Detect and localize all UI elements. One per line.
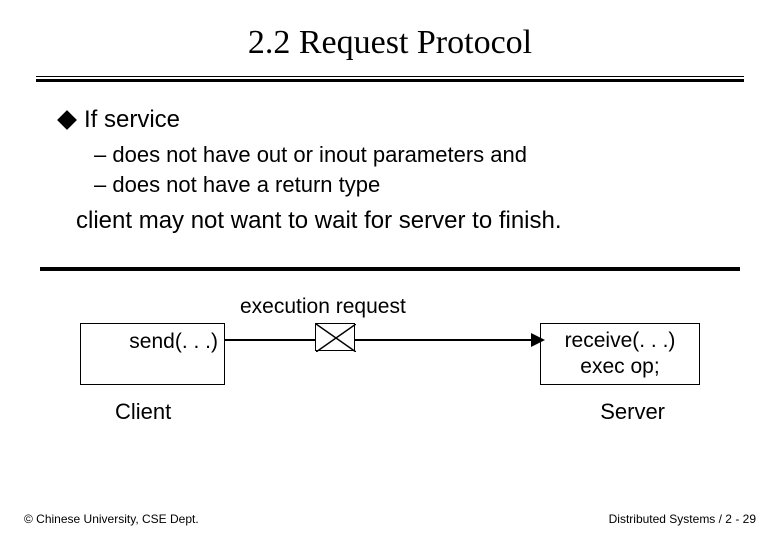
send-label: send(. . .) (129, 330, 218, 354)
bullet-text: If service (84, 106, 180, 134)
sub-bullet-item: does not have a return type (94, 170, 720, 200)
client-box: send(. . .) (80, 323, 225, 385)
server-caption: Server (600, 399, 665, 425)
section-divider (40, 267, 740, 271)
followup-text: client may not want to wait for server t… (60, 207, 720, 235)
content-area: If service does not have out or inout pa… (0, 82, 780, 235)
exec-op-label: exec op; (541, 354, 699, 379)
envelope-icon (315, 323, 355, 351)
server-box: receive(. . .) exec op; (540, 323, 700, 385)
sub-bullet-list: does not have out or inout parameters an… (60, 140, 720, 199)
receive-label: receive(. . .) (541, 328, 699, 353)
footer-page-number: Distributed Systems / 2 - 29 (609, 512, 756, 526)
slide-title: 2.2 Request Protocol (0, 0, 780, 76)
footer-copyright: © Chinese University, CSE Dept. (24, 512, 199, 526)
diamond-bullet-icon (57, 110, 77, 130)
client-caption: Client (115, 399, 171, 425)
execution-request-label: execution request (240, 295, 406, 319)
diagram: execution request send(. . .) receive(. … (60, 295, 720, 445)
bullet-item: If service (60, 106, 720, 134)
arrow-line (225, 339, 535, 341)
sub-bullet-item: does not have out or inout parameters an… (94, 140, 720, 170)
